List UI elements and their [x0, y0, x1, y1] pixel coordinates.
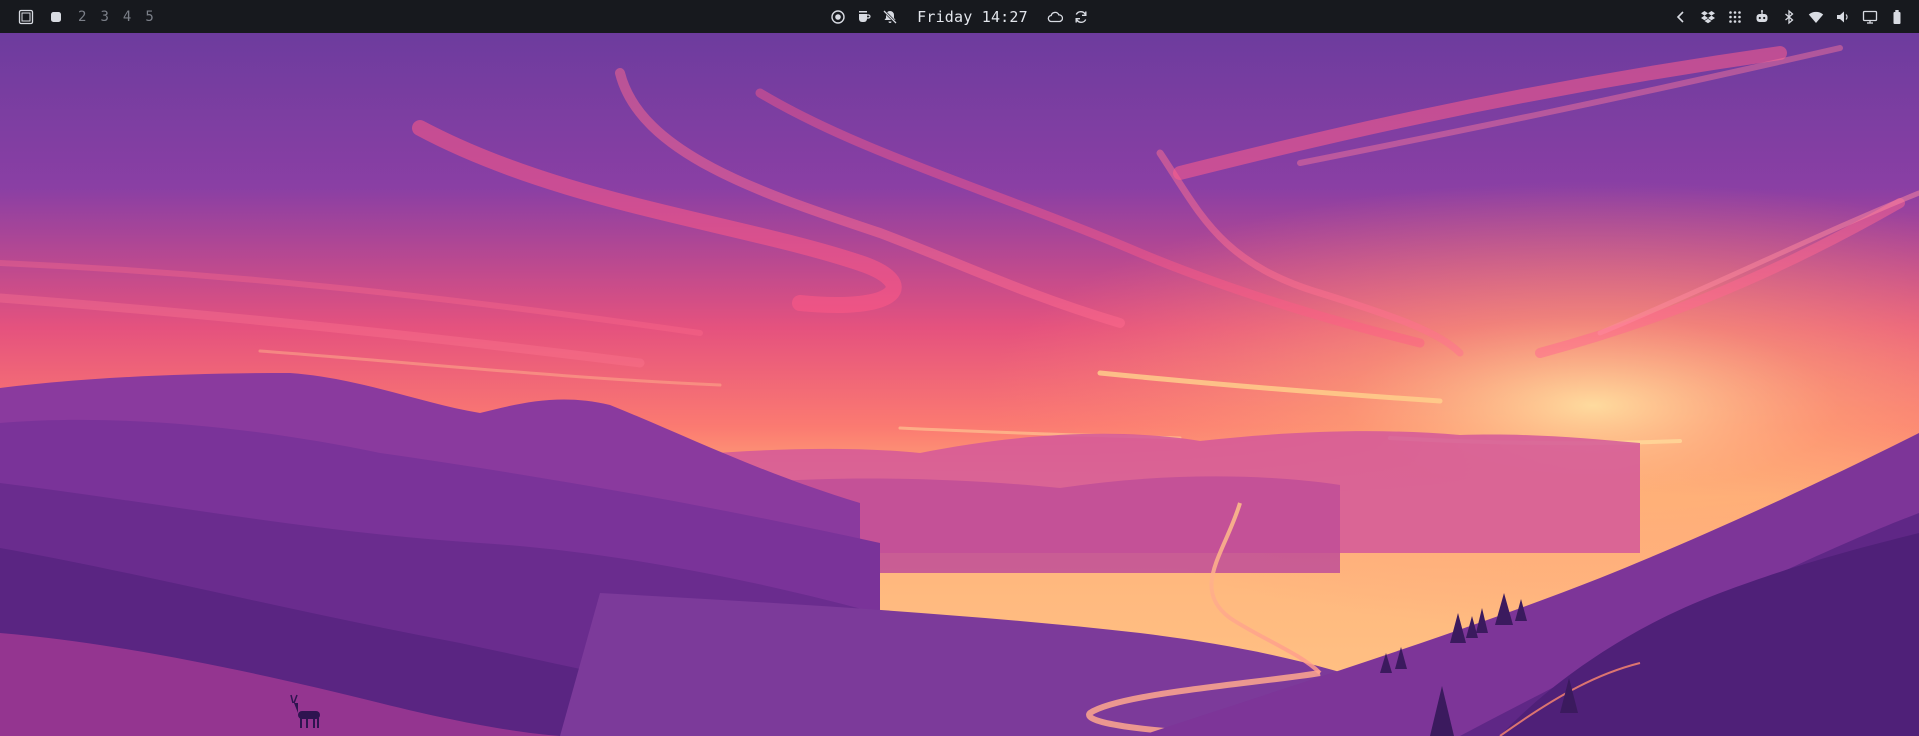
sunset-valley-wallpaper — [0, 33, 1919, 736]
top-bar: 2 3 4 5 Friday 14:27 — [0, 0, 1919, 33]
display-icon[interactable] — [1862, 9, 1878, 25]
clock[interactable]: Friday 14:27 — [917, 8, 1028, 26]
notifications-muted-icon[interactable] — [882, 9, 898, 25]
workspace-area: 2 3 4 5 — [18, 0, 154, 33]
workspace-5[interactable]: 5 — [145, 9, 153, 25]
workspace-2[interactable]: 2 — [78, 9, 86, 25]
active-workspace-icon[interactable] — [48, 9, 64, 25]
chevron-left-icon[interactable] — [1673, 9, 1689, 25]
coffee-icon[interactable] — [856, 9, 872, 25]
wifi-icon[interactable] — [1808, 9, 1824, 25]
battery-icon[interactable] — [1889, 9, 1905, 25]
dropbox-icon[interactable] — [1700, 9, 1716, 25]
volume-icon[interactable] — [1835, 9, 1851, 25]
system-tray — [1662, 0, 1905, 33]
weather-cloud-icon[interactable] — [1047, 9, 1063, 25]
bot-icon[interactable] — [1754, 9, 1770, 25]
refresh-icon[interactable] — [1073, 9, 1089, 25]
grid-apps-icon[interactable] — [1727, 9, 1743, 25]
status-center: Friday 14:27 — [0, 0, 1919, 33]
workspace-4[interactable]: 4 — [123, 9, 131, 25]
workspace-3[interactable]: 3 — [100, 9, 108, 25]
window-layout-icon[interactable] — [18, 9, 34, 25]
record-icon[interactable] — [830, 9, 846, 25]
bluetooth-icon[interactable] — [1781, 9, 1797, 25]
